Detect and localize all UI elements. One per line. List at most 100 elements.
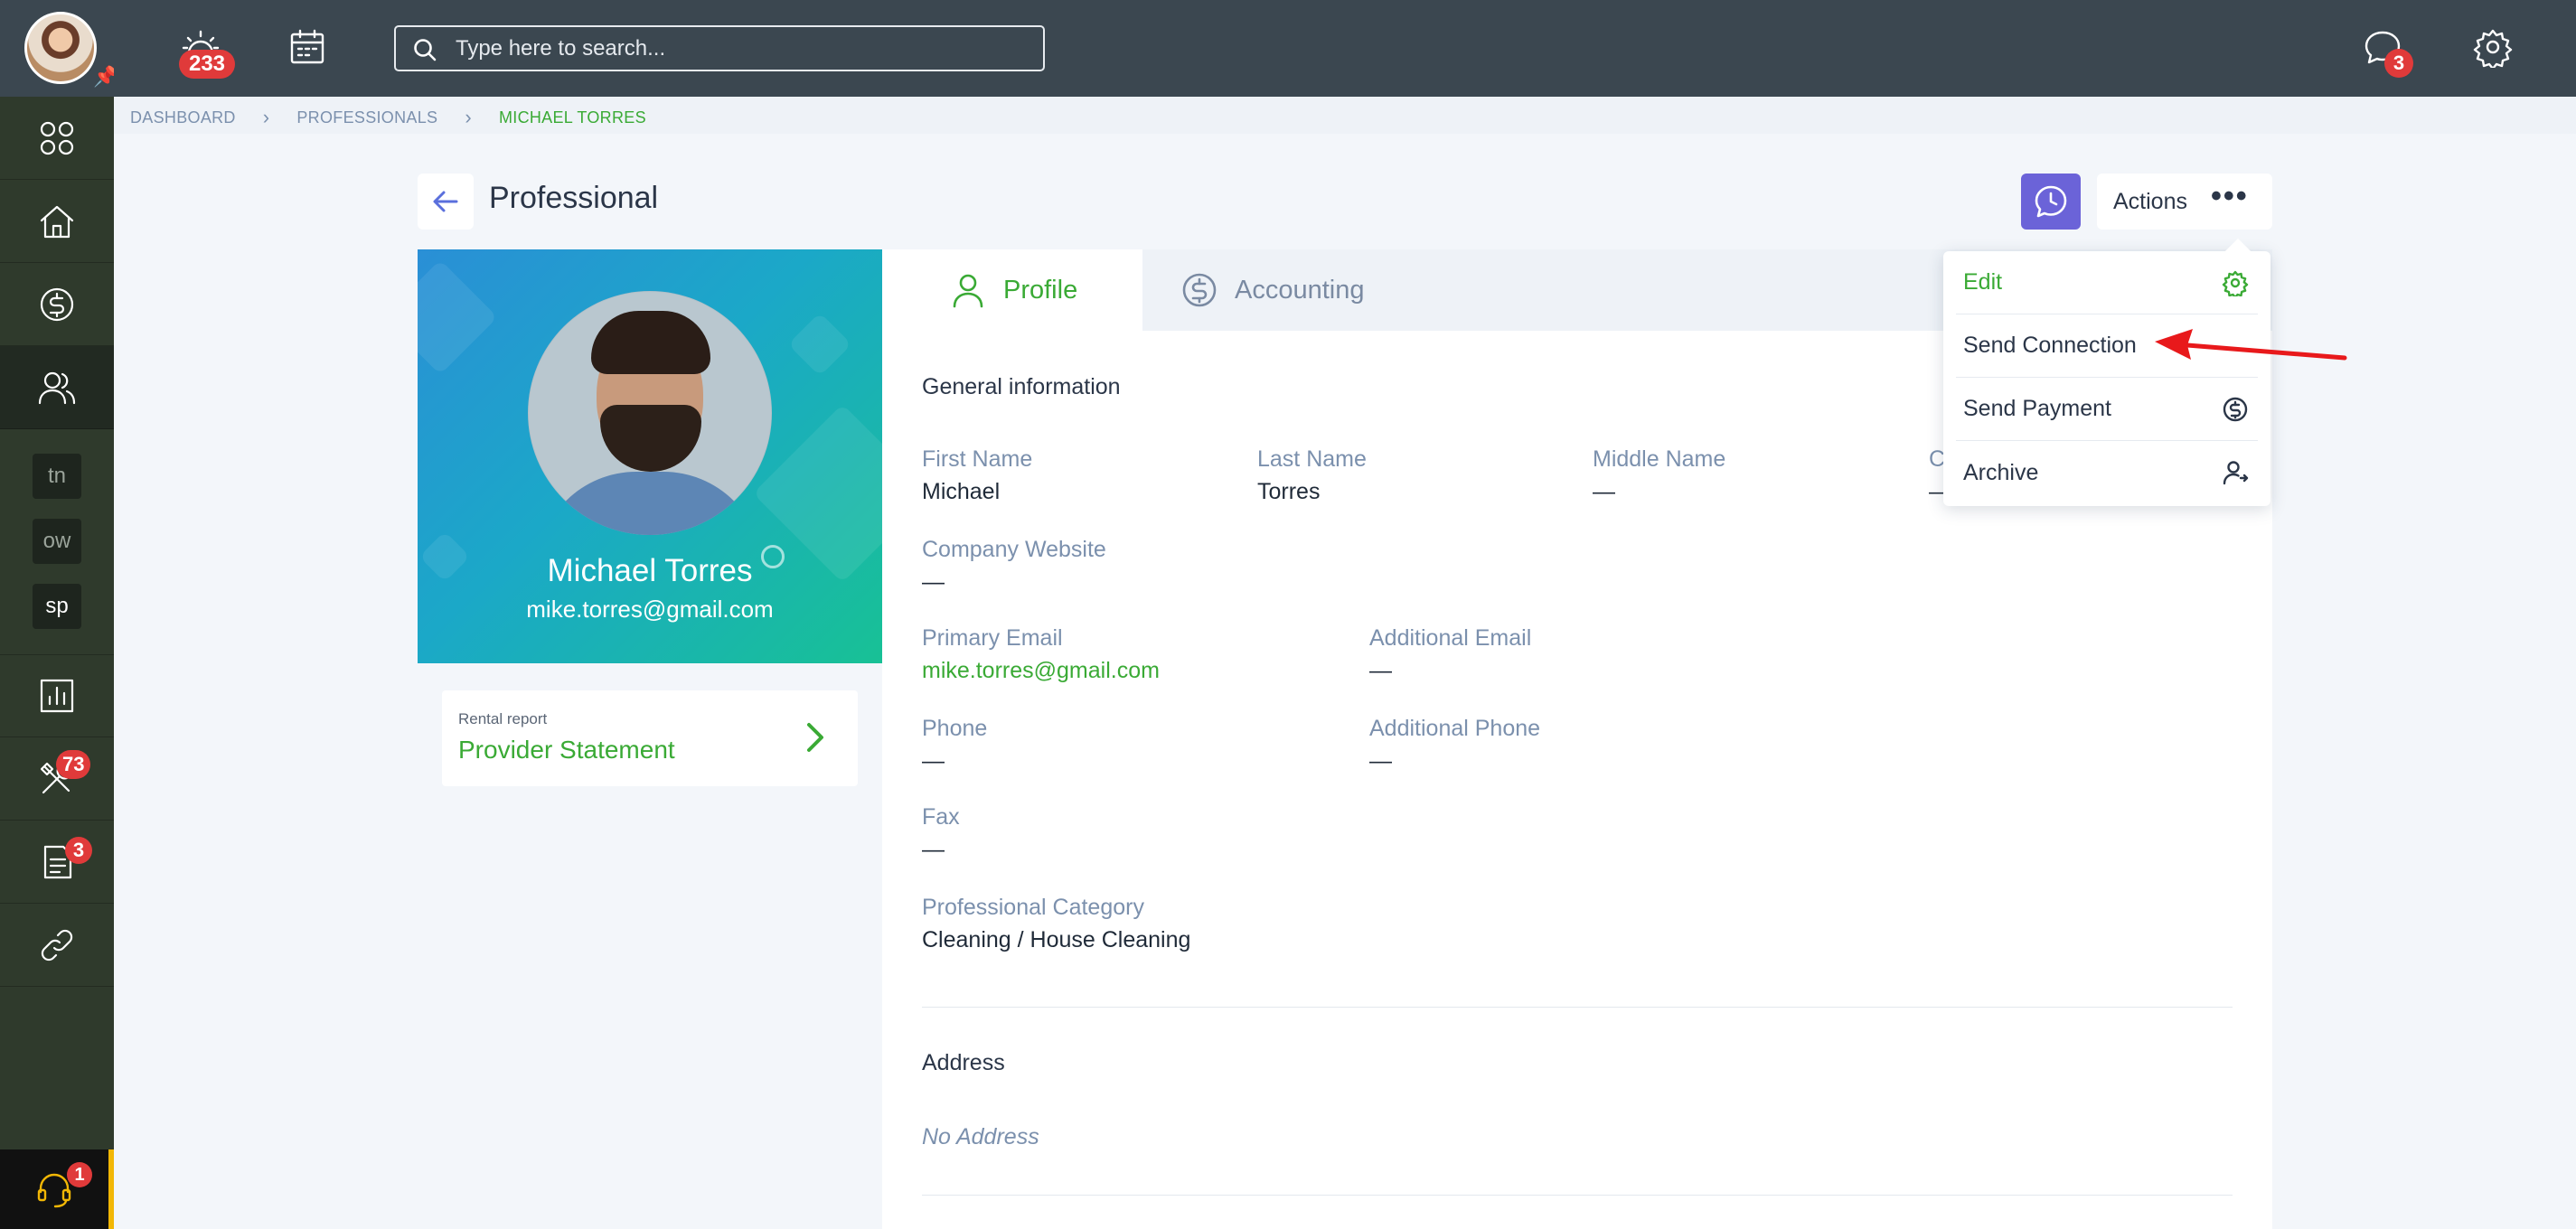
calendar-icon xyxy=(290,29,324,64)
professional-category-value: Cleaning / House Cleaning xyxy=(922,927,1191,952)
documents-button[interactable]: 3 xyxy=(0,821,114,904)
additional-email-label: Additional Email xyxy=(1369,625,1532,651)
tab-profile[interactable]: Profile xyxy=(882,249,1142,331)
phone-value: — xyxy=(922,748,945,774)
workspace-tn[interactable]: tn xyxy=(33,454,81,499)
decorative-shape xyxy=(787,312,852,377)
breadcrumb: DASHBOARD › PROFESSIONALS › MICHAEL TORR… xyxy=(130,105,646,130)
menu-item-send-payment-label: Send Payment xyxy=(1963,396,2111,421)
links-button[interactable] xyxy=(0,904,114,987)
dollar-circle-icon xyxy=(1182,273,1217,307)
middle-name-label: Middle Name xyxy=(1593,446,1726,472)
arrow-left-icon xyxy=(433,191,458,212)
report-name: Provider Statement xyxy=(458,736,675,764)
provider-statement-card[interactable]: Rental report Provider Statement xyxy=(442,690,858,786)
documents-badge: 3 xyxy=(65,837,92,864)
tab-accounting-label: Accounting xyxy=(1235,275,1365,305)
grid-icon xyxy=(40,121,74,155)
middle-name-value: — xyxy=(1593,479,1615,504)
user-avatar[interactable]: 📌 xyxy=(0,0,118,97)
gear-icon xyxy=(2222,270,2249,296)
gear-icon xyxy=(2473,29,2513,68)
actions-button[interactable]: Actions ••• xyxy=(2097,174,2272,230)
tools-button[interactable]: 73 xyxy=(0,737,114,821)
sidebar: 📌 tn ow sp 73 3 1 xyxy=(0,0,118,1229)
avatar-photo xyxy=(24,12,97,84)
additional-phone-label: Additional Phone xyxy=(1369,716,1541,741)
first-name-value: Michael xyxy=(922,479,1001,504)
menu-item-send-payment[interactable]: Send Payment xyxy=(1956,378,2258,441)
section-divider xyxy=(922,1195,2233,1196)
payments-button[interactable] xyxy=(0,263,114,346)
menu-item-send-connection-label: Send Connection xyxy=(1963,333,2137,358)
top-bar: 233 3 xyxy=(114,0,2576,97)
home-icon xyxy=(40,205,74,238)
menu-item-edit[interactable]: Edit xyxy=(1956,251,2258,314)
first-name-label: First Name xyxy=(922,446,1033,472)
phone-label: Phone xyxy=(922,716,988,741)
tab-accounting[interactable]: Accounting xyxy=(1180,249,1434,331)
contacts-button[interactable] xyxy=(0,346,114,429)
breadcrumb-current: MICHAEL TORRES xyxy=(498,108,646,127)
company-website-value: — xyxy=(922,569,945,595)
dollar-circle-icon xyxy=(40,287,74,321)
decorative-shape xyxy=(418,259,498,375)
apps-grid-button[interactable] xyxy=(0,97,114,180)
search-bar[interactable] xyxy=(394,25,1045,71)
settings-button[interactable] xyxy=(2468,22,2518,72)
profile-email: mike.torres@gmail.com xyxy=(526,596,774,623)
alerts-badge: 233 xyxy=(179,50,235,79)
history-button[interactable] xyxy=(2021,174,2081,230)
reports-chart-button[interactable] xyxy=(0,654,114,737)
menu-item-archive-label: Archive xyxy=(1963,459,2039,485)
fax-label: Fax xyxy=(922,804,960,830)
dollar-circle-icon xyxy=(2223,397,2248,421)
link-icon xyxy=(41,929,73,961)
general-info-title: General information xyxy=(922,374,1121,399)
primary-email-value[interactable]: mike.torres@gmail.com xyxy=(922,658,1160,684)
calendar-button[interactable] xyxy=(282,22,333,72)
primary-email-label: Primary Email xyxy=(922,625,1063,651)
chevron-right-icon xyxy=(807,723,823,752)
section-divider xyxy=(922,1007,2233,1008)
report-type-label: Rental report xyxy=(458,710,548,727)
support-badge: 1 xyxy=(67,1162,92,1187)
additional-phone-value: — xyxy=(1369,748,1392,774)
user-archive-icon xyxy=(2223,461,2249,485)
profile-card: Michael Torres mike.torres@gmail.com xyxy=(418,249,882,663)
tools-badge: 73 xyxy=(56,750,91,779)
search-icon xyxy=(414,39,437,61)
chevron-right-icon: › xyxy=(262,106,270,128)
support-button[interactable]: 1 xyxy=(0,1149,114,1229)
users-icon xyxy=(38,371,76,404)
user-icon xyxy=(953,274,983,308)
page-title: Professional xyxy=(489,181,659,215)
chevron-right-icon: › xyxy=(465,106,472,128)
company-website-label: Company Website xyxy=(922,537,1106,562)
clock-chat-icon xyxy=(2035,185,2067,218)
back-button[interactable] xyxy=(418,174,474,230)
additional-email-value: — xyxy=(1369,658,1392,683)
breadcrumb-dashboard[interactable]: DASHBOARD xyxy=(130,108,236,127)
home-button[interactable] xyxy=(0,180,114,263)
bar-chart-icon xyxy=(40,679,74,713)
search-input[interactable] xyxy=(456,33,1025,65)
breadcrumb-professionals[interactable]: PROFESSIONALS xyxy=(296,108,437,127)
address-value: No Address xyxy=(922,1124,1039,1149)
last-name-value: Torres xyxy=(1257,479,1321,504)
fax-value: — xyxy=(922,837,945,862)
actions-dropdown-menu: Edit Send Connection Send Payment Archiv… xyxy=(1943,251,2270,506)
professional-category-label: Professional Category xyxy=(922,895,1144,920)
workspace-ow[interactable]: ow xyxy=(33,519,81,564)
profile-photo xyxy=(528,291,772,535)
chat-badge: 3 xyxy=(2384,49,2413,78)
menu-item-archive[interactable]: Archive xyxy=(1956,441,2258,504)
menu-item-edit-label: Edit xyxy=(1963,269,2003,295)
profile-name: Michael Torres xyxy=(547,553,753,588)
actions-label: Actions xyxy=(2113,188,2187,214)
annotation-arrow-icon xyxy=(2155,329,2347,361)
workspace-sp[interactable]: sp xyxy=(33,584,81,629)
more-dots-icon[interactable]: ••• xyxy=(2211,181,2249,211)
last-name-label: Last Name xyxy=(1257,446,1367,472)
address-title: Address xyxy=(922,1050,1005,1075)
